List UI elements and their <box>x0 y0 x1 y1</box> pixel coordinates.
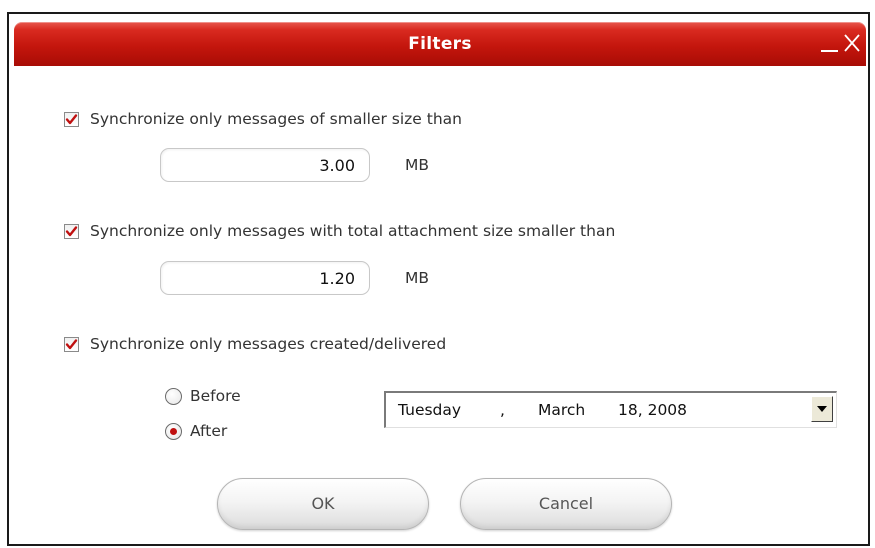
close-icon[interactable] <box>842 32 862 54</box>
filters-dialog <box>7 12 870 546</box>
date-month[interactable]: March <box>538 401 585 419</box>
checkmark-icon <box>65 113 78 124</box>
attachment-unit-label: MB <box>405 269 430 287</box>
size-unit-label: MB <box>405 156 430 174</box>
size-filter-checkbox[interactable] <box>64 111 79 127</box>
date-separator: , <box>500 401 505 419</box>
size-filter-row: Synchronize only messages of smaller siz… <box>64 110 462 128</box>
date-day-year[interactable]: 18, 2008 <box>618 401 687 419</box>
after-label: After <box>190 422 228 440</box>
title-bar: Filters <box>14 22 866 66</box>
date-weekday[interactable]: Tuesday <box>398 401 461 419</box>
checkmark-icon <box>65 225 78 236</box>
minimize-icon[interactable] <box>820 32 840 54</box>
dropdown-arrow-icon[interactable] <box>811 396 833 422</box>
date-filter-label: Synchronize only messages created/delive… <box>90 335 447 353</box>
max-attachment-size-input[interactable] <box>160 261 370 295</box>
attachment-filter-row: Synchronize only messages with total att… <box>64 222 615 240</box>
attachment-filter-label: Synchronize only messages with total att… <box>90 222 616 240</box>
ok-button[interactable]: OK <box>217 478 429 530</box>
size-filter-label: Synchronize only messages of smaller siz… <box>90 110 462 128</box>
after-option[interactable]: After <box>165 422 227 440</box>
checkmark-icon <box>65 338 78 349</box>
cancel-button[interactable]: Cancel <box>460 478 672 530</box>
date-filter-checkbox[interactable] <box>64 336 79 352</box>
before-label: Before <box>190 387 241 405</box>
date-picker[interactable]: Tuesday , March 18, 2008 <box>384 391 837 428</box>
before-radio[interactable] <box>165 387 182 405</box>
radio-selected-dot <box>170 427 177 435</box>
max-message-size-input[interactable] <box>160 148 370 182</box>
attachment-filter-checkbox[interactable] <box>64 223 79 239</box>
before-option[interactable]: Before <box>165 387 241 405</box>
date-filter-row: Synchronize only messages created/delive… <box>64 335 446 353</box>
after-radio[interactable] <box>165 422 182 440</box>
dialog-title: Filters <box>408 34 472 54</box>
